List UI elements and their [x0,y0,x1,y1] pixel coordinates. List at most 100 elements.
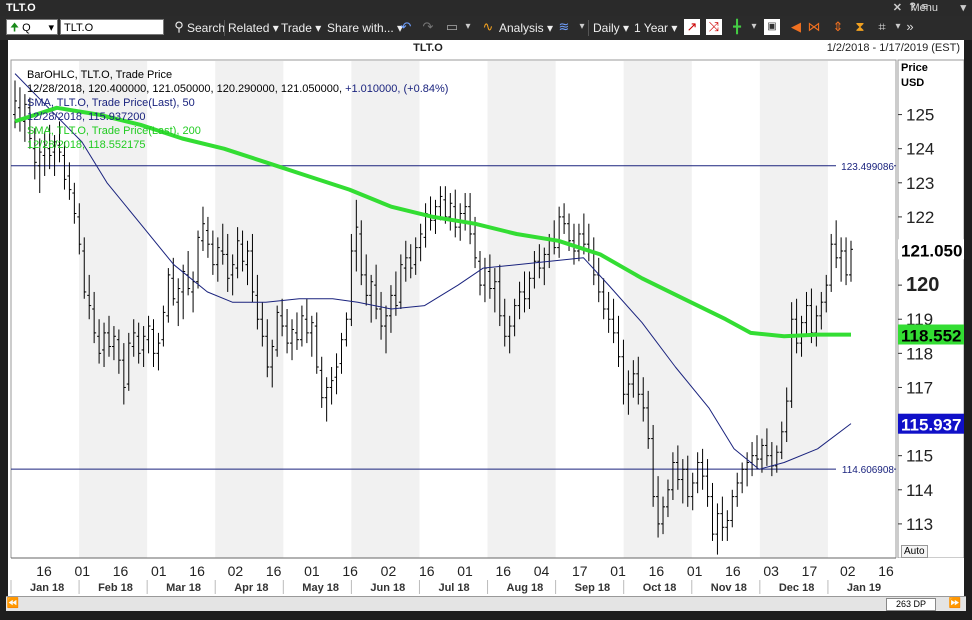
folder-chevron-icon[interactable]: ▾ [460,19,476,35]
scroll-left-icon[interactable]: ◀ [788,19,804,35]
y-tick-label: 114 [906,481,933,500]
scroll-right-button[interactable]: ⏩ [948,597,962,611]
x-tick-label: 01 [610,563,626,579]
crosshair-icon[interactable]: ╋ [729,19,745,35]
month-label: May 18 [302,582,339,594]
x-tick-label: 02 [381,563,397,579]
y-tick-label: 125 [906,106,934,125]
scroll-left-button[interactable]: ⏪ [6,597,20,611]
month-band [759,61,828,558]
month-label: Jan 18 [30,582,64,594]
month-label: Jan 19 [847,582,881,594]
x-tick-label: 02 [840,563,856,579]
divider [588,20,589,36]
month-label: Oct 18 [643,582,677,594]
month-label: Feb 18 [98,582,133,594]
x-tick-label: 03 [763,563,779,579]
zoom-icon[interactable]: ⋈ [806,19,822,35]
pin-icon[interactable]: ✕ [893,1,902,14]
x-tick-label: 04 [534,563,550,579]
data-points-label: 263 DP [886,598,936,611]
share-menu[interactable]: Share with... ▾ [327,21,403,35]
y-tick-label: 118 [906,344,933,363]
y-tick-label: 123 [906,174,934,193]
month-band [215,61,284,558]
legend-line: 12/28/2018, 118.552175 [27,139,145,151]
divider [224,20,225,36]
analysis-menu[interactable]: Analysis ▾ [499,21,553,35]
menu-button[interactable]: Menu [910,2,938,14]
legend-ohlc-values: 12/28/2018, 120.400000, 121.050000, 120.… [27,83,448,95]
chart-panel[interactable]: TLT.O 1/2/2018 - 1/17/2019 (EST) Price US… [8,40,964,598]
undo-icon[interactable]: ↶ [398,19,414,35]
x-tick-label: 01 [304,563,320,579]
toolbar: 🠉 Q ▾ TLT.O ⚲ Search Related ▾ Trade ▾ S… [0,16,972,40]
month-label: Apr 18 [234,582,268,594]
compare-chart-icon[interactable]: ⤨ [706,19,722,35]
chevron-down-icon: ▾ [48,22,54,34]
auto-scale-button[interactable]: Auto [901,545,928,558]
last-value-label: 115.937 [901,416,962,435]
y-tick-label: 117 [906,378,933,397]
crosshair-chevron-icon[interactable]: ▾ [746,19,762,35]
x-tick-label: 02 [228,563,244,579]
x-tick-label: 17 [572,563,588,579]
x-tick-label: 01 [687,563,703,579]
month-label: Jul 18 [438,582,469,594]
menu-chevron-icon[interactable]: ▾ [960,1,966,14]
expand-vertical-icon[interactable]: ⇕ [830,19,846,35]
quote-type-select[interactable]: 🠉 Q ▾ [6,19,58,35]
x-tick-label: 01 [457,563,473,579]
x-tick-label: 01 [151,563,167,579]
y-tick-label: 115 [906,447,933,466]
range-select[interactable]: 1 Year ▾ [634,21,677,35]
folder-icon[interactable]: ▭ [444,19,460,35]
trade-menu[interactable]: Trade ▾ [281,21,321,35]
analysis-icon: ∿ [482,19,494,34]
reference-label: 114.606908 [842,465,895,476]
month-label: Dec 18 [779,582,814,594]
axis-price-label: Price [901,62,928,74]
related-menu[interactable]: Related ▾ [228,21,279,35]
x-tick-label: 16 [342,563,358,579]
quote-prefix: Q [22,22,31,34]
up-arrow-icon: 🠉 [10,22,20,34]
symbol-input[interactable]: TLT.O [60,19,164,35]
x-tick-label: 16 [495,563,511,579]
month-label: Sep 18 [575,582,610,594]
redo-icon[interactable]: ↷ [420,19,436,35]
month-label: Jun 18 [370,582,405,594]
horizontal-scrollbar[interactable]: ⏪ 263 DP ⏩ [6,596,966,611]
month-label: Mar 18 [166,582,201,594]
price-chart[interactable]: PriceUSD11311411511611711811912012112212… [8,40,964,598]
search-button[interactable]: Search [187,21,225,35]
month-label: Nov 18 [711,582,747,594]
studies-icon[interactable]: ≋ [556,19,572,35]
fit-icon[interactable]: ⧗ [852,19,868,35]
last-value-label: 118.552 [901,327,962,346]
legend-line: SMA, TLT.O, Trade Price(Last), 50 [27,97,195,109]
last-value-label: 121.050 [901,241,962,260]
y-tick-label: 113 [906,515,933,534]
legend-line: 12/28/2018, 115.937200 [27,111,145,123]
x-tick-label: 16 [878,563,894,579]
legend-change: +1.010000, (+0.84%) [345,83,448,95]
window-icon[interactable]: ▣ [764,19,780,35]
month-band [487,61,556,558]
legend-line: SMA, TLT.O, Trade Price(Last), 200 [27,125,201,137]
settings-icon[interactable]: ⌗ [874,19,890,35]
x-tick-label: 16 [419,563,435,579]
month-band [351,61,420,558]
axis-currency-label: USD [901,77,924,89]
x-tick-label: 16 [189,563,205,579]
interval-select[interactable]: Daily ▾ [593,21,629,35]
window-titlebar: TLT.O ✕ ? ≡ Menu ▾ [0,0,972,16]
y-tick-label: 122 [906,208,934,227]
reference-label: 123.499086 [841,162,894,173]
search-icon[interactable]: ⚲ [171,19,187,35]
x-tick-label: 16 [266,563,282,579]
x-tick-label: 17 [802,563,818,579]
more-icon[interactable]: » [902,19,918,35]
y-tick-label: 124 [906,140,934,159]
line-chart-icon[interactable]: ↗ [684,19,700,35]
